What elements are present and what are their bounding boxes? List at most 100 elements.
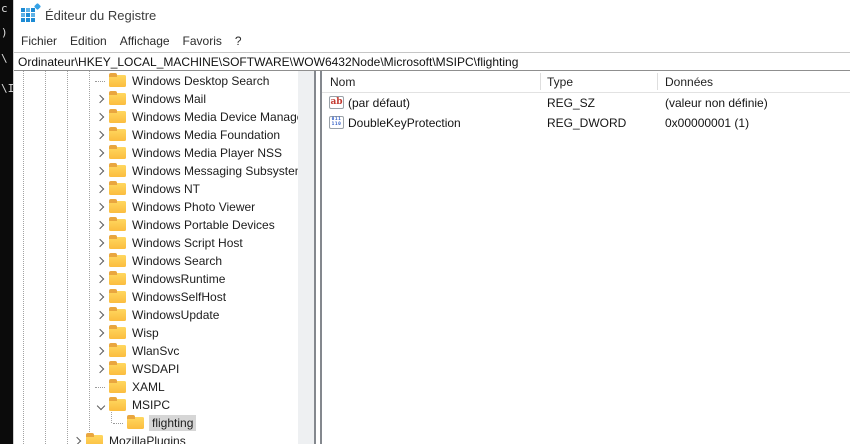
menu-favoris[interactable]: Favoris	[183, 32, 222, 50]
folder-icon	[109, 363, 126, 375]
tree-item[interactable]: flighting	[14, 414, 314, 432]
tree-item-label: Windows Media Player NSS	[132, 145, 282, 161]
menu-edition[interactable]: Edition	[70, 32, 107, 50]
tree-item[interactable]: WindowsSelfHost	[14, 288, 314, 306]
chevron-right-icon[interactable]	[95, 360, 107, 378]
chevron-right-icon[interactable]	[95, 324, 107, 342]
chevron-right-icon[interactable]	[95, 198, 107, 216]
menu-fichier[interactable]: Fichier	[21, 32, 57, 50]
tree-item-label: flighting	[149, 415, 196, 431]
folder-icon	[109, 345, 126, 357]
chevron-right-icon[interactable]	[95, 108, 107, 126]
folder-icon	[109, 291, 126, 303]
folder-icon	[109, 147, 126, 159]
value-row[interactable]: 011110 DoubleKeyProtection REG_DWORD 0x0000…	[322, 113, 850, 133]
folder-icon	[109, 165, 126, 177]
values-rows: ab (par défaut) REG_SZ (valeur non définie)…	[322, 93, 850, 133]
chevron-right-icon[interactable]	[95, 144, 107, 162]
tree-item[interactable]: MSIPC	[14, 396, 314, 414]
tree-item[interactable]: Windows Script Host	[14, 234, 314, 252]
folder-icon	[109, 237, 126, 249]
tree-item[interactable]: XAML	[14, 378, 314, 396]
background-window-strip: c ) \ \I	[0, 0, 13, 444]
tree-rows: Windows Desktop SearchWindows MailWindow…	[14, 71, 314, 444]
chevron-right-icon[interactable]	[95, 162, 107, 180]
tree-item[interactable]: Windows Media Player NSS	[14, 144, 314, 162]
tree-item[interactable]: Wisp	[14, 324, 314, 342]
folder-icon	[86, 435, 103, 444]
tree-item-label: Windows Script Host	[132, 235, 243, 251]
tree-item[interactable]: Windows NT	[14, 180, 314, 198]
column-header-type[interactable]: Type	[547, 75, 573, 89]
tree-item[interactable]: WSDAPI	[14, 360, 314, 378]
main-content: Windows Desktop SearchWindows MailWindow…	[14, 71, 850, 444]
tree-panel: Windows Desktop SearchWindows MailWindow…	[14, 71, 316, 444]
tree-item[interactable]: WlanSvc	[14, 342, 314, 360]
tree-item[interactable]: Windows Photo Viewer	[14, 198, 314, 216]
tree-item-label: WindowsRuntime	[132, 271, 225, 287]
tree-item[interactable]: Windows Desktop Search	[14, 72, 314, 90]
chevron-right-icon[interactable]	[95, 216, 107, 234]
column-separator[interactable]	[657, 73, 658, 90]
folder-icon	[109, 183, 126, 195]
values-panel: Nom Type Données ab (par défaut) REG_SZ (va…	[320, 71, 850, 444]
background-text-fragment: \	[1, 53, 8, 64]
folder-icon	[109, 327, 126, 339]
tree-connector	[95, 378, 107, 396]
background-text-fragment: \I	[1, 83, 14, 94]
tree-item-label: XAML	[132, 379, 165, 395]
tree-item[interactable]: Windows Messaging Subsystem	[14, 162, 314, 180]
menu-affichage[interactable]: Affichage	[120, 32, 170, 50]
tree-item[interactable]: WindowsRuntime	[14, 270, 314, 288]
value-data: 0x00000001 (1)	[665, 116, 749, 130]
address-bar[interactable]: Ordinateur\HKEY_LOCAL_MACHINE\SOFTWARE\W…	[14, 52, 850, 71]
registry-app-icon[interactable]	[21, 7, 37, 23]
value-type: REG_DWORD	[547, 116, 626, 130]
tree-item[interactable]: WindowsUpdate	[14, 306, 314, 324]
chevron-down-icon[interactable]	[95, 396, 107, 414]
chevron-right-icon[interactable]	[95, 342, 107, 360]
string-value-icon: ab	[329, 96, 344, 109]
value-name: DoubleKeyProtection	[348, 116, 461, 130]
chevron-right-icon[interactable]	[95, 90, 107, 108]
value-name: (par défaut)	[348, 96, 410, 110]
chevron-right-icon[interactable]	[95, 270, 107, 288]
menu-bar: Fichier Edition Affichage Favoris ?	[14, 30, 850, 52]
title-bar[interactable]: Éditeur du Registre	[14, 0, 850, 30]
tree-item-label: WindowsUpdate	[132, 307, 219, 323]
tree-item-label: WSDAPI	[132, 361, 179, 377]
chevron-right-icon[interactable]	[72, 432, 84, 444]
chevron-right-icon[interactable]	[95, 180, 107, 198]
menu-aide[interactable]: ?	[235, 32, 242, 50]
chevron-right-icon[interactable]	[95, 288, 107, 306]
column-header-nom[interactable]: Nom	[330, 75, 355, 89]
value-data: (valeur non définie)	[665, 96, 768, 110]
tree-scrollbar-track[interactable]	[298, 71, 314, 444]
tree-item-label: MozillaPlugins	[109, 433, 186, 444]
chevron-right-icon[interactable]	[95, 234, 107, 252]
tree-connector	[95, 72, 107, 90]
tree-item[interactable]: Windows Search	[14, 252, 314, 270]
tree-item[interactable]: Windows Media Foundation	[14, 126, 314, 144]
tree-item[interactable]: Windows Portable Devices	[14, 216, 314, 234]
chevron-right-icon[interactable]	[95, 252, 107, 270]
tree-item[interactable]: Windows Media Device Manager	[14, 108, 314, 126]
tree-item-label: Windows Media Device Manager	[132, 109, 307, 125]
tree-item-label: Windows Media Foundation	[132, 127, 280, 143]
tree-item-label: Windows Photo Viewer	[132, 199, 255, 215]
tree-item[interactable]: MozillaPlugins	[14, 432, 314, 444]
folder-icon	[109, 219, 126, 231]
column-separator[interactable]	[540, 73, 541, 90]
value-row[interactable]: ab (par défaut) REG_SZ (valeur non définie)	[322, 93, 850, 113]
folder-icon	[109, 93, 126, 105]
chevron-right-icon[interactable]	[95, 306, 107, 324]
tree-item-label: WlanSvc	[132, 343, 179, 359]
tree-item-label: MSIPC	[132, 397, 170, 413]
window-title: Éditeur du Registre	[45, 8, 156, 23]
column-header-donnees[interactable]: Données	[665, 75, 713, 89]
registry-editor-window: Éditeur du Registre Fichier Edition Affi…	[13, 0, 850, 444]
value-type: REG_SZ	[547, 96, 595, 110]
chevron-right-icon[interactable]	[95, 126, 107, 144]
dword-value-icon: 011110	[329, 116, 344, 129]
tree-item[interactable]: Windows Mail	[14, 90, 314, 108]
